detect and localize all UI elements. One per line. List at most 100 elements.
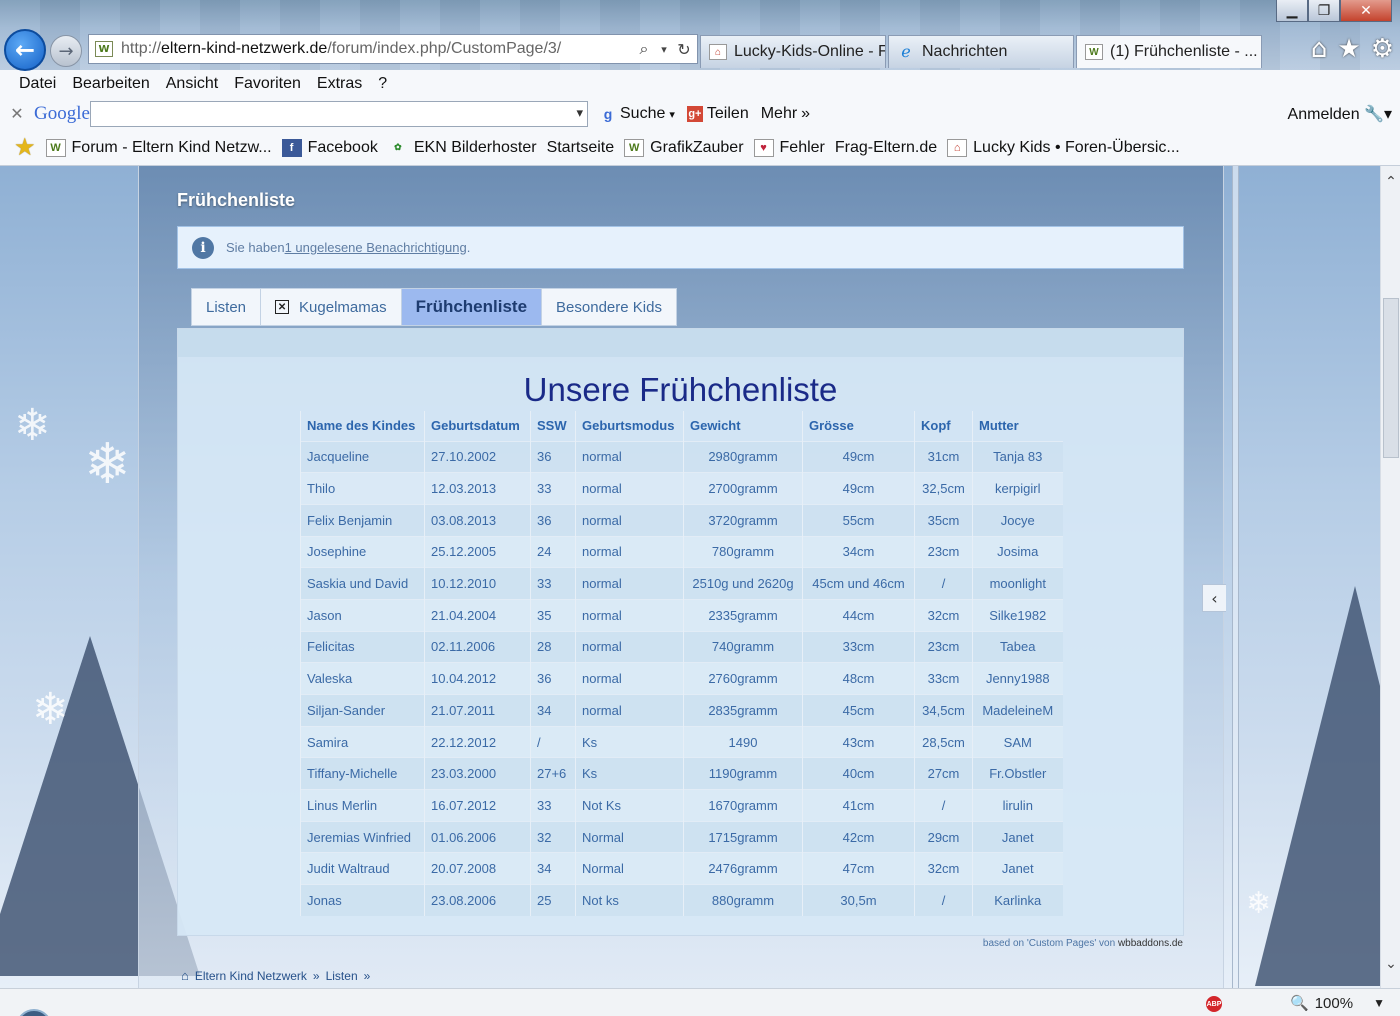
- site-favicon-icon: W: [1085, 44, 1103, 60]
- favorites-star-icon[interactable]: ★: [1337, 34, 1360, 64]
- favorite-label: GrafikZauber: [650, 138, 744, 156]
- close-toolbar-icon[interactable]: ✕: [0, 104, 34, 124]
- google-more-button[interactable]: Mehr »: [761, 105, 810, 123]
- back-button[interactable]: ←: [4, 29, 46, 71]
- menu-favoriten[interactable]: Favoriten: [234, 75, 301, 93]
- forum-content-area: Frühchenliste i Sie haben 1 ungelesene B…: [138, 166, 1224, 988]
- magnifier-icon: 🔍: [1290, 995, 1309, 1012]
- restore-button[interactable]: ❐: [1308, 0, 1340, 22]
- scroll-down-icon[interactable]: ⌄: [1381, 956, 1400, 976]
- google-share-button[interactable]: g+ Teilen: [686, 105, 749, 123]
- browser-tab-nachrichten[interactable]: ℯ Nachrichten: [888, 35, 1074, 68]
- table-row: Linus Merlin 16.07.2012 33 Not Ks 1670gramm 4…: [300, 789, 1063, 822]
- table-cell: 12.03.2013: [424, 472, 531, 505]
- table-cell: Josima: [972, 535, 1063, 568]
- address-url[interactable]: http://eltern-kind-netzwerk.de/forum/ind…: [121, 40, 631, 58]
- home-icon[interactable]: ⌂: [181, 968, 189, 983]
- google-search-input[interactable]: [90, 101, 588, 127]
- arrow-left-icon: ←: [14, 36, 36, 64]
- windows-start-icon[interactable]: [16, 1009, 52, 1016]
- table-row: Jacqueline 27.10.2002 36 normal 2980gramm 49c…: [300, 440, 1063, 473]
- info-icon: i: [192, 236, 214, 259]
- menu-help[interactable]: ?: [378, 75, 387, 93]
- favorite-label: EKN Bilderhoster: [413, 138, 537, 156]
- table-row: Jonas 23.08.2006 25 Not ks 880gramm 30,5m / Kar…: [300, 884, 1063, 917]
- table-cell: 48cm: [802, 662, 915, 695]
- table-cell: Thilo: [300, 472, 425, 505]
- google-signin-button[interactable]: Anmelden 🔧▾: [1288, 104, 1392, 124]
- forward-button[interactable]: →: [50, 35, 82, 67]
- table-cell: 01.06.2006: [424, 820, 531, 853]
- table-cell: 23.03.2000: [424, 757, 531, 790]
- address-bar[interactable]: W http://eltern-kind-netzwerk.de/forum/i…: [88, 34, 698, 64]
- table-cell: 42cm: [802, 820, 915, 853]
- tab-besondere-kids[interactable]: Besondere Kids: [541, 288, 677, 326]
- google-logo-text: Google: [34, 103, 90, 124]
- status-bar: ABP 🔍 100% ▼: [0, 988, 1400, 1016]
- table-cell: 36: [530, 662, 576, 695]
- arrow-right-icon: →: [58, 40, 74, 62]
- table-cell: 34,5cm: [914, 694, 973, 727]
- favorite-facebook[interactable]: f Facebook: [281, 138, 378, 157]
- sidebar-toggle-button[interactable]: ‹: [1202, 584, 1226, 612]
- favorite-ekn[interactable]: ✿ EKN Bilderhoster: [388, 139, 537, 157]
- column-header: Geburtsdatum: [424, 411, 531, 441]
- unread-notification-link[interactable]: 1 ungelesene Benachrichtigung: [285, 240, 467, 255]
- table-cell: 44cm: [802, 598, 915, 632]
- tab-kugelmamas[interactable]: ✕ Kugelmamas: [260, 288, 401, 326]
- menu-bearbeiten[interactable]: Bearbeiten: [72, 75, 149, 93]
- tab-fruehchenliste[interactable]: Frühchenliste: [400, 288, 542, 326]
- favorite-fehler[interactable]: ♥ Fehler: [753, 138, 825, 157]
- gear-icon[interactable]: ⚙: [1371, 34, 1394, 64]
- tab-listen[interactable]: Listen: [191, 288, 261, 326]
- favorite-startseite[interactable]: Startseite: [547, 139, 615, 157]
- table-row: Judit Waltraud 20.07.2008 34 Normal 2476gram…: [300, 852, 1063, 885]
- table-cell: 34: [530, 694, 576, 727]
- menu-extras[interactable]: Extras: [317, 75, 362, 93]
- favorites-add-icon[interactable]: ★: [14, 133, 36, 162]
- favorite-grafikzauber[interactable]: W GrafikZauber: [624, 138, 744, 157]
- table-cell: Jacqueline: [300, 440, 425, 473]
- search-icon[interactable]: ⌕: [631, 39, 657, 59]
- table-cell: 43cm: [802, 725, 915, 758]
- breadcrumb-item[interactable]: Listen: [326, 969, 358, 983]
- menu-ansicht[interactable]: Ansicht: [166, 75, 218, 93]
- table-cell: 24: [530, 535, 576, 568]
- chevron-left-icon: ‹: [1211, 588, 1218, 608]
- google-share-label: Teilen: [706, 105, 749, 122]
- refresh-icon[interactable]: ↻: [671, 40, 697, 59]
- column-header: Name des Kindes: [300, 411, 425, 441]
- home-icon[interactable]: ⌂: [1311, 34, 1328, 64]
- content-panel: Unsere Frühchenliste Name des Kindes Geb…: [177, 328, 1184, 936]
- dropdown-icon[interactable]: ▾: [657, 43, 671, 56]
- table-cell: Samira: [300, 725, 425, 758]
- table-cell: 34: [530, 852, 576, 885]
- window-controls: ▁ ❐ ✕: [1276, 0, 1392, 22]
- favorite-frag-eltern[interactable]: Frag-Eltern.de: [835, 139, 937, 157]
- browser-tab-fruehchenliste[interactable]: W (1) Frühchenliste - ... ✕: [1076, 35, 1262, 68]
- adblock-icon[interactable]: ABP: [1206, 996, 1222, 1012]
- vertical-scrollbar[interactable]: ⌃ ⌄: [1380, 166, 1400, 988]
- wrench-icon: 🔧▾: [1364, 106, 1392, 123]
- scroll-up-icon[interactable]: ⌃: [1381, 174, 1400, 194]
- breadcrumb-item[interactable]: Eltern Kind Netzwerk: [195, 969, 307, 983]
- close-window-button[interactable]: ✕: [1340, 0, 1392, 22]
- table-cell: 45cm und 46cm: [802, 567, 915, 600]
- minimize-button[interactable]: ▁: [1276, 0, 1308, 22]
- menu-datei[interactable]: Datei: [19, 75, 56, 93]
- credit-link[interactable]: wbbaddons.de: [1118, 938, 1183, 949]
- scrollbar-thumb[interactable]: [1383, 298, 1399, 458]
- favorite-lucky-kids[interactable]: ⌂ Lucky Kids • Foren-Übersic...: [947, 138, 1180, 157]
- browser-tab-lucky-kids[interactable]: ⌂ Lucky-Kids-Online - F...: [700, 35, 886, 68]
- zoom-control[interactable]: 🔍 100% ▼: [1290, 994, 1385, 1013]
- house-icon: ⌂: [947, 138, 968, 157]
- table-cell: 22.12.2012: [424, 725, 531, 758]
- table-cell: 28,5cm: [914, 725, 973, 758]
- table-cell: Jenny1988: [972, 662, 1063, 695]
- browser-toolbar-right: ⌂ ★ ⚙: [1311, 34, 1394, 64]
- credit-line: based on 'Custom Pages' von wbbaddons.de: [983, 938, 1183, 949]
- favorite-forum[interactable]: W Forum - Eltern Kind Netzw...: [45, 138, 272, 157]
- table-cell: 2476gramm: [683, 852, 803, 885]
- google-search-button[interactable]: g Suche ▾: [600, 105, 675, 123]
- chevron-down-icon: ▾: [669, 108, 675, 121]
